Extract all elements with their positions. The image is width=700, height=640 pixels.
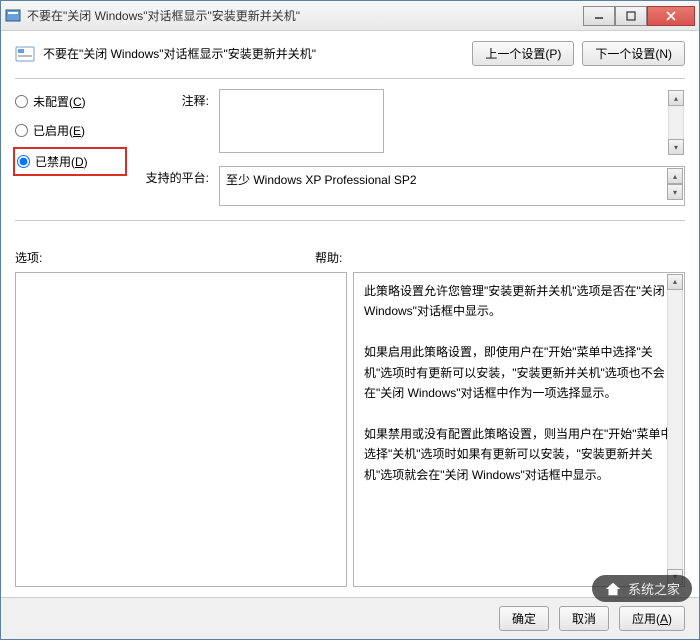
cancel-button[interactable]: 取消	[559, 606, 609, 631]
platform-scrollbar[interactable]: ▴ ▾	[667, 168, 683, 204]
divider	[15, 78, 685, 79]
scroll-up-icon[interactable]: ▴	[668, 90, 684, 106]
help-panel[interactable]: 此策略设置允许您管理"安装更新并关机"选项是否在"关闭 Windows"对话框中…	[353, 272, 685, 587]
policy-icon	[15, 44, 35, 64]
comment-label: 注释:	[137, 89, 209, 109]
policy-title: 不要在"关闭 Windows"对话框显示"安装更新并关机"	[43, 45, 464, 62]
maximize-button[interactable]	[615, 6, 647, 26]
comment-scrollbar[interactable]: ▴ ▾	[668, 90, 684, 155]
dialog-window: 不要在"关闭 Windows"对话框显示"安装更新并关机" 不要在"关闭 Win…	[0, 0, 700, 640]
help-label: 帮助:	[315, 249, 342, 266]
divider	[15, 220, 685, 221]
panels-row: 此策略设置允许您管理"安装更新并关机"选项是否在"关闭 Windows"对话框中…	[15, 272, 685, 587]
radio-disabled-label: 已禁用(D)	[35, 153, 88, 170]
prev-setting-button[interactable]: 上一个设置(P)	[472, 41, 574, 66]
radio-enabled-input[interactable]	[15, 124, 28, 137]
options-panel[interactable]	[15, 272, 347, 587]
help-text: 如果禁用或没有配置此策略设置，则当用户在"开始"菜单中选择"关机"选项时如果有更…	[364, 424, 674, 485]
titlebar[interactable]: 不要在"关闭 Windows"对话框显示"安装更新并关机"	[1, 1, 699, 31]
help-text: 如果启用此策略设置，即使用户在"开始"菜单中选择"关机"选项时有更新可以安装，"…	[364, 342, 674, 403]
scroll-up-icon[interactable]: ▴	[667, 168, 683, 184]
radio-not-configured-input[interactable]	[15, 95, 28, 108]
scroll-down-icon[interactable]: ▾	[667, 184, 683, 200]
dialog-content: 不要在"关闭 Windows"对话框显示"安装更新并关机" 上一个设置(P) 下…	[1, 31, 699, 597]
apply-button[interactable]: 应用(A)	[619, 606, 685, 631]
scroll-down-icon[interactable]: ▾	[667, 569, 683, 585]
fields-column: 注释: ▴ ▾ 支持的平台: 至少 Windows XP Professiona…	[137, 89, 685, 206]
next-setting-button[interactable]: 下一个设置(N)	[582, 41, 685, 66]
radio-enabled-label: 已启用(E)	[33, 122, 85, 139]
radio-not-configured[interactable]: 未配置(C)	[15, 93, 125, 110]
ok-button[interactable]: 确定	[499, 606, 549, 631]
help-text: 此策略设置允许您管理"安装更新并关机"选项是否在"关闭 Windows"对话框中…	[364, 281, 674, 322]
panel-labels: 选项: 帮助:	[15, 249, 685, 266]
radio-enabled[interactable]: 已启用(E)	[15, 122, 125, 139]
minimize-button[interactable]	[583, 6, 615, 26]
comment-textarea[interactable]	[219, 89, 384, 153]
radio-disabled-input[interactable]	[17, 155, 30, 168]
state-radio-group: 未配置(C) 已启用(E) 已禁用(D)	[15, 89, 125, 206]
radio-disabled[interactable]: 已禁用(D)	[13, 147, 127, 176]
radio-not-configured-label: 未配置(C)	[33, 93, 86, 110]
window-controls	[583, 6, 695, 26]
platform-box: 至少 Windows XP Professional SP2 ▴ ▾	[219, 166, 685, 206]
dialog-footer: 确定 取消 应用(A)	[1, 597, 699, 639]
scroll-up-icon[interactable]: ▴	[667, 274, 683, 290]
mid-section: 未配置(C) 已启用(E) 已禁用(D) 注释: ▴	[15, 89, 685, 206]
scroll-down-icon[interactable]: ▾	[668, 139, 684, 155]
app-icon	[5, 8, 21, 24]
help-scrollbar[interactable]: ▴ ▾	[667, 274, 683, 585]
platform-label: 支持的平台:	[137, 166, 209, 186]
header-row: 不要在"关闭 Windows"对话框显示"安装更新并关机" 上一个设置(P) 下…	[15, 41, 685, 66]
close-button[interactable]	[647, 6, 695, 26]
platform-value: 至少 Windows XP Professional SP2	[226, 173, 417, 187]
options-label: 选项:	[15, 249, 315, 266]
titlebar-text: 不要在"关闭 Windows"对话框显示"安装更新并关机"	[27, 7, 583, 24]
